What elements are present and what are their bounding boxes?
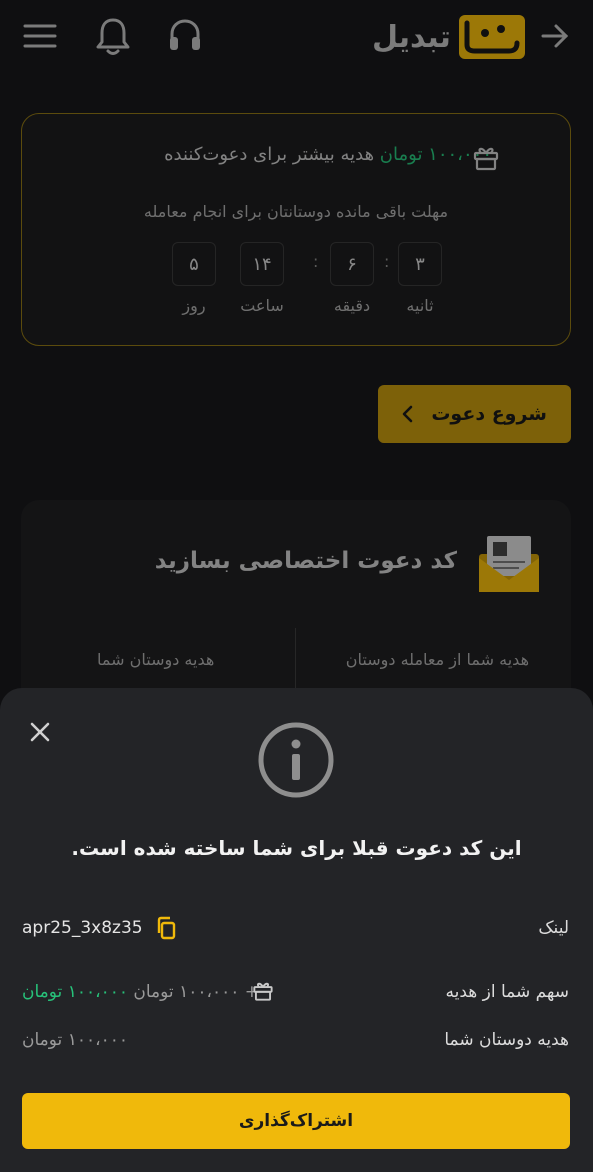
gift-icon: [252, 980, 274, 1006]
your-share-label: سهم شما از هدیه: [445, 982, 569, 1002]
your-share-rest: + ۱۰۰،۰۰۰ تومان: [133, 982, 259, 1002]
info-icon: [256, 720, 336, 800]
sheet-title: این کد دعوت قبلا برای شما ساخته شده است.: [71, 836, 522, 860]
share-button[interactable]: اشتراک‌گذاری: [22, 1093, 570, 1149]
info-bottom-sheet: این کد دعوت قبلا برای شما ساخته شده است.…: [0, 688, 593, 1172]
link-label: لینک: [538, 918, 569, 938]
friends-gift-label: هدیه دوستان شما: [444, 1030, 569, 1050]
friends-gift-value: ۱۰۰،۰۰۰ تومان: [22, 1030, 128, 1050]
invite-code: apr25_3x8z35: [22, 918, 143, 938]
your-share-green: ۱۰۰،۰۰۰ تومان: [22, 982, 128, 1002]
close-icon[interactable]: [24, 716, 56, 748]
your-share-value: + ۱۰۰،۰۰۰ تومان ۱۰۰،۰۰۰ تومان: [22, 982, 259, 1002]
invite-link: apr25_3x8z35: [22, 916, 177, 940]
copy-icon[interactable]: [155, 916, 177, 940]
